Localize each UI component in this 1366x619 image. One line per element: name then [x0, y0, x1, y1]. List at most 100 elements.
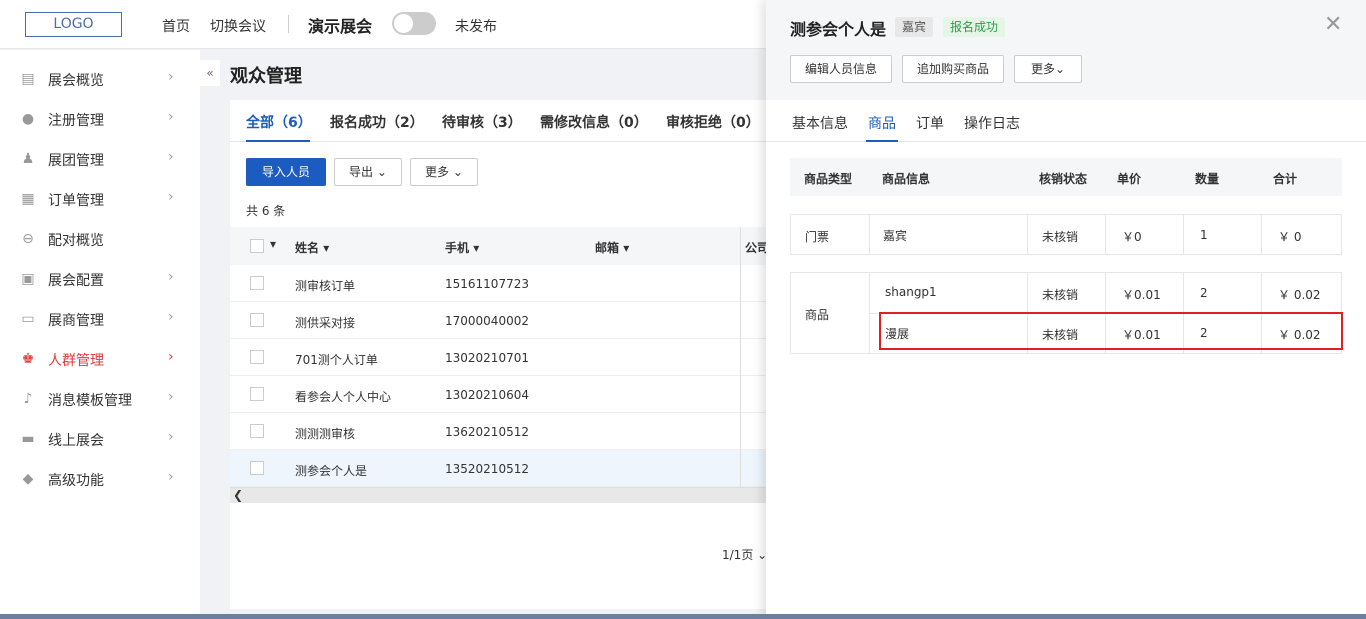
edit-person-button[interactable]: 编辑人员信息 [790, 55, 892, 83]
sidebar-item-label: 配对概览 [48, 233, 104, 249]
chevron-right-icon: › [168, 349, 174, 365]
cell-phone: 13020210604 [445, 388, 529, 402]
status-badge: 报名成功 [943, 17, 1006, 37]
column-header-email[interactable]: 邮箱 ▾ [595, 239, 629, 256]
divider [1027, 215, 1028, 254]
header-price: 单价 [1117, 172, 1142, 186]
publish-toggle[interactable] [392, 12, 436, 35]
taskbar [0, 614, 1366, 619]
sidebar-item-message-template[interactable]: ♪ 消息模板管理 › [0, 379, 200, 419]
cell-status: 未核销 [1042, 288, 1079, 302]
sidebar-item-label: 消息模板管理 [48, 393, 132, 409]
sidebar-item-label: 订单管理 [48, 193, 104, 209]
chevron-right-icon: › [168, 149, 174, 165]
sidebar-item-group[interactable]: ♟ 展团管理 › [0, 139, 200, 179]
chevron-right-icon: › [168, 69, 174, 85]
sidebar-item-label: 展团管理 [48, 153, 104, 169]
order-icon: ▦ [21, 191, 35, 207]
cell-type: 商品 [805, 308, 830, 322]
product-table-header: 商品类型 商品信息 核销状态 单价 数量 合计 [790, 158, 1342, 196]
tab-rejected[interactable]: 审核拒绝（0） [666, 112, 760, 132]
cell-total: ￥ 0 [1278, 230, 1302, 244]
column-header-name[interactable]: 姓名 ▾ [295, 239, 329, 256]
close-icon[interactable]: ✕ [1324, 12, 1342, 37]
drawer-header: 测参会个人是 嘉宾 报名成功 ✕ 编辑人员信息 追加购买商品 更多⌄ [766, 0, 1366, 100]
divider [1105, 215, 1106, 254]
row-checkbox[interactable] [250, 424, 264, 438]
sidebar-item-match[interactable]: ⊖ 配对概览 [0, 219, 200, 259]
nav-switch-meeting-link[interactable]: 切换会议 [210, 16, 266, 36]
cell-total: ￥ 0.02 [1278, 288, 1321, 302]
divider [1261, 215, 1262, 254]
more-button[interactable]: 更多 ⌄ [410, 158, 478, 186]
cell-type: 门票 [805, 230, 830, 244]
chevron-right-icon: › [168, 309, 174, 325]
table-row[interactable]: 701测个人订单 13020210701 [230, 339, 770, 376]
row-checkbox[interactable] [250, 461, 264, 475]
cell-price: ￥0 [1122, 230, 1142, 244]
collapse-sidebar-button[interactable]: « [200, 60, 220, 86]
row-checkbox[interactable] [250, 387, 264, 401]
tab-pending[interactable]: 待审核（3） [442, 112, 522, 132]
sidebar-item-config[interactable]: ▣ 展会配置 › [0, 259, 200, 299]
select-all-checkbox[interactable] [250, 239, 264, 253]
export-label: 导出 [349, 165, 374, 179]
table-row[interactable]: 测供采对接 17000040002 [230, 302, 770, 339]
tab-all[interactable]: 全部（6） [246, 112, 312, 132]
import-button[interactable]: 导入人员 [246, 158, 326, 186]
cell-name: 测审核订单 [295, 279, 356, 293]
sidebar-item-online-expo[interactable]: ▬ 线上展会 › [0, 419, 200, 459]
tab-needs-edit[interactable]: 需修改信息（0） [540, 112, 648, 132]
sidebar-item-advanced[interactable]: ◆ 高级功能 › [0, 459, 200, 499]
table-row[interactable]: 测测测审核 13620210512 [230, 413, 770, 450]
cell-qty: 2 [1200, 286, 1208, 300]
sidebar: ▤ 展会概览 › ● 注册管理 › ♟ 展团管理 › ▦ 订单管理 › ⊖ 配对… [0, 50, 200, 619]
tab-products[interactable]: 商品 [868, 113, 896, 133]
header-status: 核销状态 [1039, 172, 1088, 186]
sidebar-item-exhibitor[interactable]: ▭ 展商管理 › [0, 299, 200, 339]
cell-name: 看参会人个人中心 [295, 390, 392, 404]
table-row[interactable]: 看参会人个人中心 13020210604 [230, 376, 770, 413]
cell-name: 测参会个人是 [295, 464, 368, 478]
nav-home-link[interactable]: 首页 [162, 16, 190, 36]
tab-operation-log[interactable]: 操作日志 [964, 113, 1020, 133]
sidebar-item-label: 人群管理 [48, 353, 104, 369]
add-product-button[interactable]: 追加购买商品 [902, 55, 1004, 83]
table-row[interactable]: 测审核订单 15161107723 [230, 265, 770, 302]
sidebar-item-order[interactable]: ▦ 订单管理 › [0, 179, 200, 219]
more-label: 更多 [425, 165, 450, 179]
match-icon: ⊖ [22, 231, 34, 247]
row-checkbox[interactable] [250, 276, 264, 290]
chevron-right-icon: › [168, 389, 174, 405]
scroll-left-icon[interactable]: ❮ [233, 488, 243, 502]
divider [288, 15, 289, 33]
sidebar-item-overview[interactable]: ▤ 展会概览 › [0, 59, 200, 99]
pagination[interactable]: 1/1页 ⌄ [722, 546, 767, 563]
cell-name: 测测测审核 [295, 427, 356, 441]
column-divider [740, 227, 741, 487]
column-header-phone[interactable]: 手机 ▾ [445, 239, 479, 256]
horizontal-scrollbar[interactable]: ❮ [230, 487, 770, 503]
cell-status: 未核销 [1042, 230, 1079, 244]
drawer-tabs: 基本信息 商品 订单 操作日志 [766, 100, 1366, 142]
table-row[interactable]: 测参会个人是 13520210512 [230, 450, 770, 487]
status-tabs: 全部（6） 报名成功（2） 待审核（3） 需修改信息（0） 审核拒绝（0） [230, 100, 770, 142]
tab-basic-info[interactable]: 基本信息 [792, 113, 848, 133]
header-total: 合计 [1273, 172, 1298, 186]
row-checkbox[interactable] [250, 350, 264, 364]
drawer-more-button[interactable]: 更多⌄ [1014, 55, 1082, 83]
cell-price: ￥0.01 [1122, 288, 1161, 302]
monitor-icon: ▬ [21, 431, 35, 447]
select-dropdown-icon[interactable]: ▾ [270, 237, 276, 251]
logo[interactable]: LOGO [25, 12, 122, 37]
sidebar-item-people[interactable]: ♚ 人群管理 › [0, 339, 200, 379]
sidebar-item-register[interactable]: ● 注册管理 › [0, 99, 200, 139]
person-name: 测参会个人是 [790, 20, 887, 39]
tab-underline [246, 140, 310, 142]
cell-info: shangp1 [885, 285, 937, 299]
tab-orders[interactable]: 订单 [916, 113, 944, 133]
table-header: ▾ 姓名 ▾ 手机 ▾ 邮箱 ▾ 公司 [230, 227, 770, 265]
row-checkbox[interactable] [250, 313, 264, 327]
tab-success[interactable]: 报名成功（2） [330, 112, 424, 132]
export-button[interactable]: 导出 ⌄ [334, 158, 402, 186]
